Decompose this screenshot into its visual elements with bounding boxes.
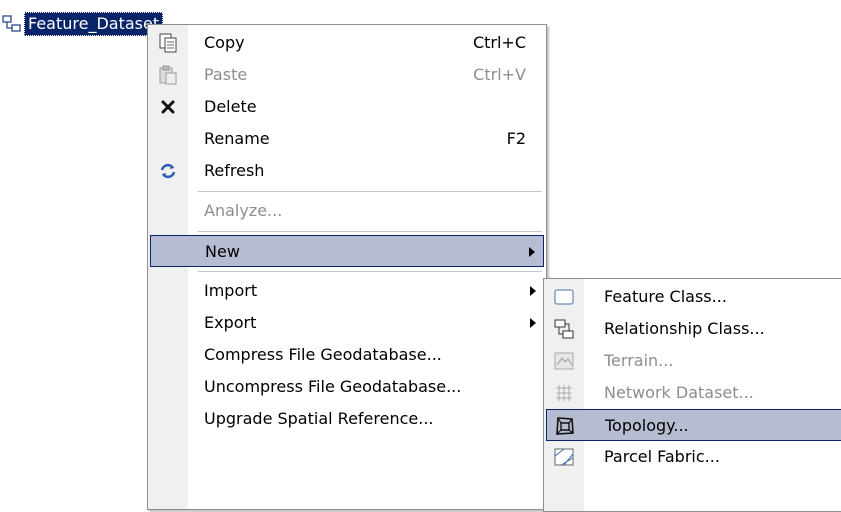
menu-item-label: Refresh	[204, 161, 265, 180]
submenu-item-label: Feature Class...	[604, 287, 727, 306]
menu-item-paste[interactable]: Paste Ctrl+V	[150, 59, 544, 91]
menu-item-label: Copy	[204, 33, 245, 52]
menu-item-label: Rename	[204, 129, 270, 148]
topology-icon	[553, 414, 577, 438]
menu-item-label: Uncompress File Geodatabase...	[204, 377, 462, 396]
submenu-item-terrain[interactable]: Terrain...	[546, 345, 841, 377]
submenu-item-feature-class[interactable]: Feature Class...	[546, 281, 841, 313]
relationship-class-icon	[552, 317, 576, 341]
submenu-item-label: Network Dataset...	[604, 383, 754, 402]
menu-item-refresh[interactable]: Refresh	[150, 155, 544, 187]
menu-item-shortcut: Ctrl+V	[473, 65, 526, 84]
menu-item-import[interactable]: Import	[150, 275, 544, 307]
menu-item-rename[interactable]: Rename F2	[150, 123, 544, 155]
menu-item-label: Import	[204, 281, 258, 300]
menu-item-analyze[interactable]: Analyze...	[150, 195, 544, 227]
network-dataset-icon	[552, 381, 576, 405]
submenu-item-label: Parcel Fabric...	[604, 447, 720, 466]
terrain-icon	[552, 349, 576, 373]
submenu-item-parcel-fabric[interactable]: Parcel Fabric...	[546, 441, 841, 473]
menu-item-compress[interactable]: Compress File Geodatabase...	[150, 339, 544, 371]
menu-item-upgrade-spatial-reference[interactable]: Upgrade Spatial Reference...	[150, 403, 544, 435]
menu-item-shortcut: F2	[506, 129, 526, 148]
menu-item-uncompress[interactable]: Uncompress File Geodatabase...	[150, 371, 544, 403]
menu-item-export[interactable]: Export	[150, 307, 544, 339]
submenu-arrow-icon	[530, 318, 536, 328]
menu-item-new[interactable]: New	[150, 235, 544, 267]
submenu-arrow-icon	[529, 247, 535, 257]
feature-class-icon	[552, 285, 576, 309]
copy-icon	[156, 31, 180, 55]
submenu-arrow-icon	[530, 286, 536, 296]
menu-item-label: Delete	[204, 97, 257, 116]
menu-item-label: Compress File Geodatabase...	[204, 345, 442, 364]
context-menu: Copy Ctrl+C Paste Ctrl+V Delete Rename F…	[147, 24, 547, 510]
tree-node-feature-dataset[interactable]: Feature_Dataset	[2, 10, 164, 38]
menu-item-delete[interactable]: Delete	[150, 91, 544, 123]
menu-item-label: Paste	[204, 65, 248, 84]
menu-item-shortcut: Ctrl+C	[472, 33, 526, 52]
menu-item-label: Export	[204, 313, 257, 332]
submenu-item-topology[interactable]: Topology...	[546, 409, 841, 441]
paste-icon	[156, 63, 180, 87]
menu-item-label: Upgrade Spatial Reference...	[204, 409, 434, 428]
menu-item-label: Analyze...	[204, 201, 283, 220]
submenu-item-relationship-class[interactable]: Relationship Class...	[546, 313, 841, 345]
menu-separator	[198, 231, 542, 232]
new-submenu: Feature Class... Relationship Class... T…	[543, 278, 841, 512]
feature-dataset-icon	[2, 15, 21, 32]
submenu-item-label: Relationship Class...	[604, 319, 765, 338]
parcel-fabric-icon	[552, 445, 576, 469]
menu-item-copy[interactable]: Copy Ctrl+C	[150, 27, 544, 59]
menu-separator	[198, 191, 542, 192]
menu-item-label: New	[205, 242, 240, 261]
menu-separator	[198, 271, 542, 272]
refresh-icon	[156, 159, 180, 183]
submenu-item-label: Terrain...	[604, 351, 674, 370]
submenu-item-label: Topology...	[605, 416, 689, 435]
submenu-item-network-dataset[interactable]: Network Dataset...	[546, 377, 841, 409]
tree-node-label: Feature_Dataset	[24, 12, 164, 36]
delete-icon	[156, 95, 180, 119]
